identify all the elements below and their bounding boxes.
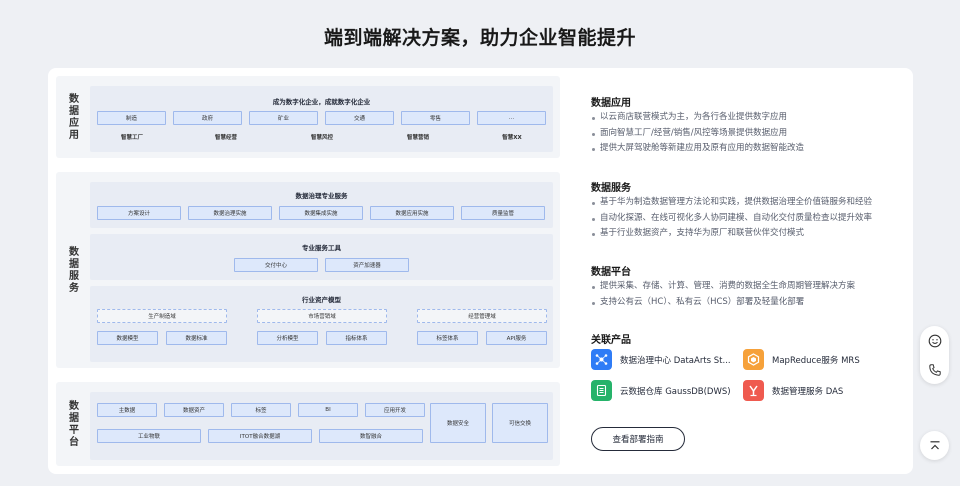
dws-icon <box>591 380 612 401</box>
products-title: 关联产品 <box>591 335 631 346</box>
back-to-top-icon[interactable] <box>920 431 949 460</box>
platform-chip: 主数据 <box>97 403 157 417</box>
section-title-services: 数据服务 <box>591 183 631 194</box>
industry-chip: 政府 <box>173 111 242 125</box>
float-contact-bar <box>920 326 949 384</box>
bullets-platform: 提供采集、存储、计算、管理、消费的数据全生命周期管理解决方案 支持公有云（HC）… <box>591 279 901 310</box>
deploy-guide-button[interactable]: 查看部署指南 <box>591 427 685 451</box>
tool-chip: 交付中心 <box>234 258 318 272</box>
solution-card: 数据应用 成为数字化企业，成就数字化企业 制造 政府 矿业 交通 零售 ... … <box>48 68 913 474</box>
product-name: 数据治理中心 DataArts St... <box>620 355 731 366</box>
models-title: 行业资产模型 <box>302 296 341 304</box>
model-chip: 指标体系 <box>326 331 387 345</box>
platform-chip: 数智融合 <box>319 429 423 443</box>
product-link-das[interactable]: 数据管理服务 DAS <box>743 380 843 401</box>
solution-label: 智慧经营 <box>214 135 237 141</box>
product-link-mrs[interactable]: MapReduce服务 MRS <box>743 349 860 370</box>
tools-title: 专业服务工具 <box>302 244 341 252</box>
layer-label-services: 数据服务 <box>66 246 78 294</box>
bullet-item: 基于行业数据资产，支持华为原厂和联营伙伴交付模式 <box>591 226 901 242</box>
domain-chip: 市场营销域 <box>257 309 387 323</box>
service-chip: 数据应用实施 <box>370 206 454 220</box>
model-chip: API服务 <box>486 331 547 345</box>
platform-chip: 应用开发 <box>365 403 425 417</box>
bullet-item: 以云商店联营模式为主，为各行各业提供数字应用 <box>591 110 901 126</box>
platform-side-chip: 数据安全 <box>430 403 486 443</box>
platform-panel: 主数据 数据资产 标签 BI 应用开发 工业物联 ITOT融合数据湖 数智融合 … <box>90 392 553 460</box>
tool-chip: 资产加速器 <box>325 258 409 272</box>
solution-label: 智慧营销 <box>406 135 429 141</box>
tools-panel: 专业服务工具 交付中心 资产加速器 <box>90 234 553 280</box>
bullets-services: 基于华为制造数据管理方法论和实践，提供数据治理全价值链服务和经验 自动化探源、在… <box>591 195 901 242</box>
bullets-app: 以云商店联营模式为主，为各行各业提供数字应用 面向智慧工厂/经营/销售/风控等场… <box>591 110 901 157</box>
product-link-dws[interactable]: 云数据仓库 GaussDB(DWS) <box>591 380 731 401</box>
pro-services-title: 数据治理专业服务 <box>295 192 348 200</box>
bullet-item: 支持公有云（HC）、私有云（HCS）部署及轻量化部署 <box>591 295 901 311</box>
app-panel: 成为数字化企业，成就数字化企业 制造 政府 矿业 交通 零售 ... 智慧工厂 … <box>90 86 553 152</box>
architecture-diagram: 数据应用 成为数字化企业，成就数字化企业 制造 政府 矿业 交通 零售 ... … <box>56 76 560 466</box>
layer-data-services: 数据服务 数据治理专业服务 方案设计 数据治理实施 数据集成实施 数据应用实施 … <box>56 172 560 368</box>
product-name: MapReduce服务 MRS <box>772 355 860 366</box>
platform-chip: 工业物联 <box>97 429 201 443</box>
phone-icon[interactable] <box>920 355 949 384</box>
platform-chip: 标签 <box>231 403 291 417</box>
model-chip: 标签体系 <box>417 331 478 345</box>
das-icon <box>743 380 764 401</box>
service-chip: 数据治理实施 <box>188 206 272 220</box>
service-chip: 数据集成实施 <box>279 206 363 220</box>
model-chip: 数据模型 <box>97 331 158 345</box>
service-chip: 质量监管 <box>461 206 545 220</box>
product-name: 云数据仓库 GaussDB(DWS) <box>620 386 731 397</box>
layer-label-platform: 数据平台 <box>66 400 78 448</box>
solution-label: 智慧工厂 <box>120 135 143 141</box>
service-chip: 方案设计 <box>97 206 181 220</box>
models-panel: 行业资产模型 生产制造域 市场营销域 经营管理域 数据模型 数据标准 分析模型 … <box>90 286 553 362</box>
product-name: 数据管理服务 DAS <box>772 386 844 397</box>
solution-label: 智慧XX <box>502 135 522 141</box>
bullet-item: 提供大屏驾驶舱等新建应用及原有应用的数据智能改造 <box>591 141 901 157</box>
pro-services-panel: 数据治理专业服务 方案设计 数据治理实施 数据集成实施 数据应用实施 质量监管 <box>90 182 553 228</box>
app-heading: 成为数字化企业，成就数字化企业 <box>272 98 371 106</box>
industry-chip: 零售 <box>401 111 470 125</box>
platform-chip: 数据资产 <box>164 403 224 417</box>
model-chip: 分析模型 <box>257 331 318 345</box>
platform-side-chip: 可信交换 <box>492 403 548 443</box>
mrs-icon <box>743 349 764 370</box>
platform-chip: BI <box>298 403 358 417</box>
bullet-item: 基于华为制造数据管理方法论和实践，提供数据治理全价值链服务和经验 <box>591 195 901 211</box>
layer-label-app: 数据应用 <box>66 93 78 141</box>
bullet-item: 提供采集、存储、计算、管理、消费的数据全生命周期管理解决方案 <box>591 279 901 295</box>
bullet-item: 面向智慧工厂/经营/销售/风控等场景提供数据应用 <box>591 126 901 142</box>
platform-chip: ITOT融合数据湖 <box>208 429 312 443</box>
industry-chip: 矿业 <box>249 111 318 125</box>
domain-chip: 经营管理域 <box>417 309 547 323</box>
float-top-bar <box>920 431 949 460</box>
industry-chip: 交通 <box>325 111 394 125</box>
layer-data-app: 数据应用 成为数字化企业，成就数字化企业 制造 政府 矿业 交通 零售 ... … <box>56 76 560 158</box>
product-link-dataarts[interactable]: 数据治理中心 DataArts St... <box>591 349 731 370</box>
industry-chip: 制造 <box>97 111 166 125</box>
solution-label: 智慧风控 <box>310 135 333 141</box>
bullet-item: 自动化探源、在线可视化多人协同建模、自动化交付质量检查以提升效率 <box>591 211 901 227</box>
smile-icon[interactable] <box>920 326 949 355</box>
dataarts-icon <box>591 349 612 370</box>
section-title-app: 数据应用 <box>591 98 631 109</box>
page-title: 端到端解决方案，助力企业智能提升 <box>323 27 636 49</box>
domain-chip: 生产制造域 <box>97 309 227 323</box>
industry-chip: ... <box>477 111 546 125</box>
section-title-platform: 数据平台 <box>591 267 631 278</box>
model-chip: 数据标准 <box>166 331 227 345</box>
layer-data-platform: 数据平台 主数据 数据资产 标签 BI 应用开发 工业物联 ITOT融合数据湖 … <box>56 382 560 466</box>
